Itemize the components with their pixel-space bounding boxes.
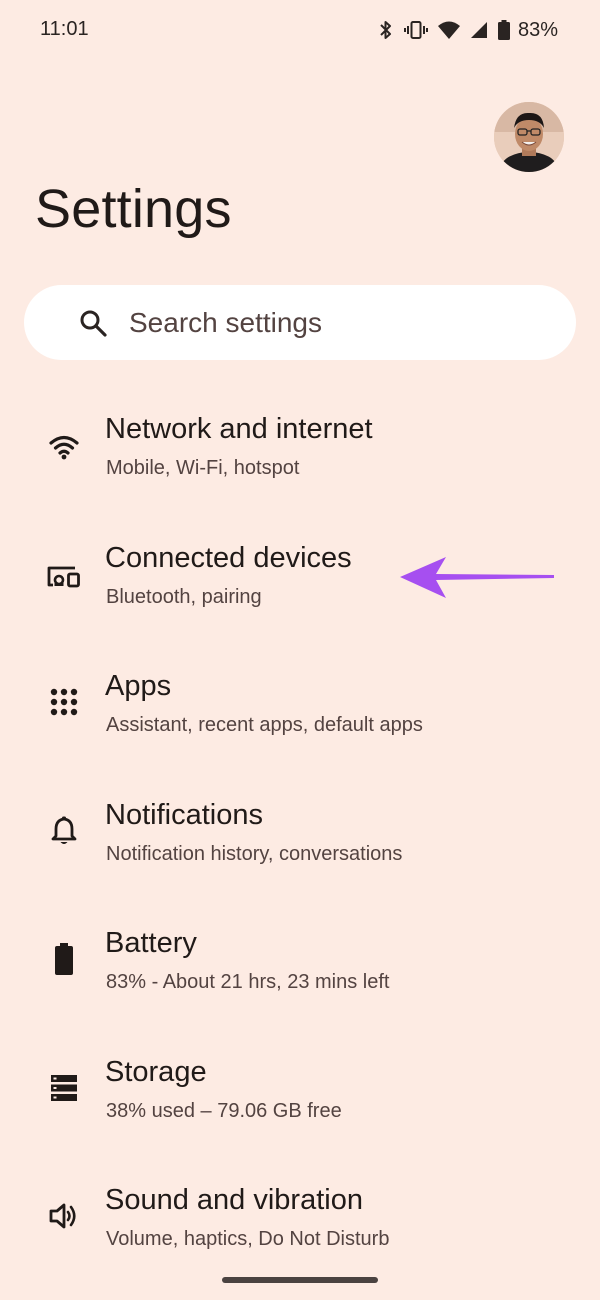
settings-item-title: Network and internet bbox=[105, 413, 373, 445]
status-bar: 11:01 83% bbox=[0, 0, 600, 60]
volume-icon bbox=[44, 1196, 84, 1236]
storage-icon bbox=[44, 1068, 84, 1108]
avatar-image bbox=[494, 102, 564, 172]
status-time: 11:01 bbox=[40, 18, 89, 40]
settings-item-subtitle: Assistant, recent apps, default apps bbox=[106, 714, 423, 736]
battery-icon bbox=[44, 939, 84, 979]
settings-item-subtitle: Bluetooth, pairing bbox=[106, 585, 262, 608]
bluetooth-icon bbox=[380, 21, 391, 39]
wifi-icon bbox=[44, 427, 84, 467]
settings-item-network[interactable]: Network and internet Mobile, Wi-Fi, hots… bbox=[0, 385, 600, 514]
settings-item-subtitle: Notification history, conversations bbox=[106, 842, 403, 865]
settings-item-title: Battery bbox=[105, 927, 197, 959]
search-placeholder: Search settings bbox=[129, 307, 322, 338]
settings-item-storage[interactable]: Storage 38% used – 79.06 GB free bbox=[0, 1028, 600, 1157]
annotation-arrow-icon bbox=[400, 557, 554, 598]
settings-item-subtitle: Volume, haptics, Do Not Disturb bbox=[106, 1228, 390, 1250]
battery-percentage: 83% bbox=[517, 18, 558, 41]
settings-item-title: Apps bbox=[105, 670, 172, 702]
settings-list: Network and internet Mobile, Wi-Fi, hots… bbox=[0, 385, 600, 1285]
page-title: Settings bbox=[35, 179, 232, 239]
settings-item-sound[interactable]: Sound and vibration Volume, haptics, Do … bbox=[0, 1156, 600, 1285]
status-icons: 83% bbox=[378, 18, 558, 42]
settings-item-notifications[interactable]: Notifications Notification history, conv… bbox=[0, 771, 600, 900]
search-bar[interactable]: Search settings bbox=[24, 285, 576, 360]
settings-item-title: Storage bbox=[105, 1055, 207, 1088]
vibrate-icon bbox=[403, 21, 428, 39]
settings-item-subtitle: Mobile, Wi-Fi, hotspot bbox=[106, 457, 300, 479]
account-avatar[interactable] bbox=[494, 102, 564, 172]
bell-icon bbox=[44, 811, 84, 851]
battery-icon bbox=[497, 20, 510, 40]
settings-item-title: Connected devices bbox=[105, 541, 352, 574]
settings-item-subtitle: 38% used – 79.06 GB free bbox=[106, 1099, 342, 1122]
settings-item-apps[interactable]: Apps Assistant, recent apps, default app… bbox=[0, 642, 600, 771]
apps-grid-icon bbox=[44, 682, 84, 722]
search-icon bbox=[80, 310, 107, 337]
settings-item-subtitle: 83% - About 21 hrs, 23 mins left bbox=[106, 971, 390, 993]
settings-item-battery[interactable]: Battery 83% - About 21 hrs, 23 mins left bbox=[0, 899, 600, 1028]
wifi-icon bbox=[437, 21, 460, 39]
settings-item-title: Sound and vibration bbox=[105, 1184, 363, 1216]
settings-item-title: Notifications bbox=[105, 798, 263, 831]
cell-signal-icon bbox=[470, 22, 487, 38]
connected-devices-icon bbox=[44, 556, 84, 596]
home-indicator[interactable] bbox=[222, 1277, 378, 1283]
